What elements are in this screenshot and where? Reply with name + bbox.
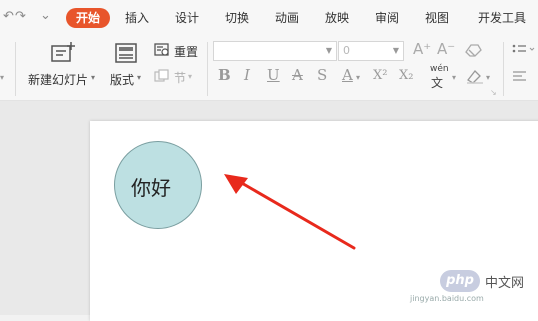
section-dropdown-icon[interactable]: ▾ (188, 72, 192, 81)
quick-access-dropdown-icon[interactable]: ⌄ (40, 8, 51, 23)
layout-dropdown-icon[interactable]: ▾ (137, 73, 141, 82)
underline-icon[interactable]: U (267, 66, 280, 84)
phonetic-dropdown-icon[interactable]: ▾ (452, 73, 456, 82)
strikethrough-icon[interactable]: A (292, 66, 303, 84)
menu-bar: ↶ ↷ ⌄ 开始 插入 设计 切换 动画 放映 审阅 视图 开发工具 (0, 0, 538, 36)
font-size-dropdown-icon[interactable]: ▼ (393, 42, 399, 60)
layout-icon[interactable] (114, 42, 138, 64)
tab-slideshow[interactable]: 放映 (321, 8, 353, 28)
section-icon[interactable] (154, 69, 170, 83)
font-color-icon[interactable]: A (342, 66, 353, 84)
increase-font-size-icon[interactable]: A⁺ (413, 40, 431, 58)
circle-shape-text[interactable]: 你好 (131, 172, 171, 201)
tab-developer[interactable]: 开发工具 (474, 8, 530, 28)
reset-button[interactable]: 重置 (174, 43, 198, 60)
tab-home[interactable]: 开始 (66, 8, 110, 28)
watermark-url: jingyan.baidu.com (410, 294, 484, 303)
highlight-dropdown-icon[interactable]: ▾ (486, 73, 490, 82)
text-shadow-icon[interactable]: S (317, 66, 327, 84)
italic-icon[interactable]: I (244, 66, 250, 84)
watermark-logo: php (440, 270, 480, 292)
highlight-icon[interactable] (465, 68, 485, 84)
align-left-icon[interactable] (512, 70, 528, 82)
decrease-font-size-icon[interactable]: A⁻ (437, 40, 455, 58)
subscript-icon[interactable]: X₂ (399, 68, 413, 83)
group-divider (207, 42, 208, 96)
clipped-dropdown-icon[interactable]: ▾ (0, 73, 4, 82)
tab-design[interactable]: 设计 (171, 8, 203, 28)
group-divider (503, 42, 504, 96)
bullet-list-icon[interactable] (512, 43, 536, 57)
section-button[interactable]: 节 (174, 69, 186, 86)
tab-insert[interactable]: 插入 (121, 8, 153, 28)
layout-button[interactable]: 版式 (110, 71, 134, 88)
superscript-icon[interactable]: X² (373, 68, 387, 83)
new-slide-icon[interactable] (49, 41, 77, 65)
font-name-dropdown-icon[interactable]: ▼ (326, 42, 332, 60)
bold-icon[interactable]: B (218, 66, 231, 84)
reset-icon[interactable] (154, 43, 170, 57)
dialog-launcher-icon[interactable]: ↘ (490, 88, 497, 97)
clear-formatting-icon[interactable] (465, 43, 482, 58)
undo-icon[interactable]: ↶ (3, 9, 14, 24)
font-size-value: 0 (343, 44, 350, 57)
tab-transition[interactable]: 切换 (221, 8, 253, 28)
phonetic-char-icon: 文 (431, 76, 444, 90)
phonetic-guide-icon[interactable]: wén (430, 64, 449, 74)
annotation-arrow (224, 174, 356, 250)
new-slide-dropdown-icon[interactable]: ▾ (91, 73, 95, 82)
font-color-dropdown-icon[interactable]: ▾ (356, 73, 360, 82)
font-name-field[interactable]: ▼ (213, 41, 337, 61)
tab-review[interactable]: 审阅 (371, 8, 403, 28)
watermark-text: 中文网 (485, 276, 525, 291)
tab-view[interactable]: 视图 (421, 8, 453, 28)
new-slide-button[interactable]: 新建幻灯片 (28, 71, 88, 88)
tab-animation[interactable]: 动画 (271, 8, 303, 28)
group-divider (15, 42, 16, 96)
redo-icon[interactable]: ↷ (15, 9, 26, 24)
font-size-field[interactable]: 0 ▼ (338, 41, 404, 61)
